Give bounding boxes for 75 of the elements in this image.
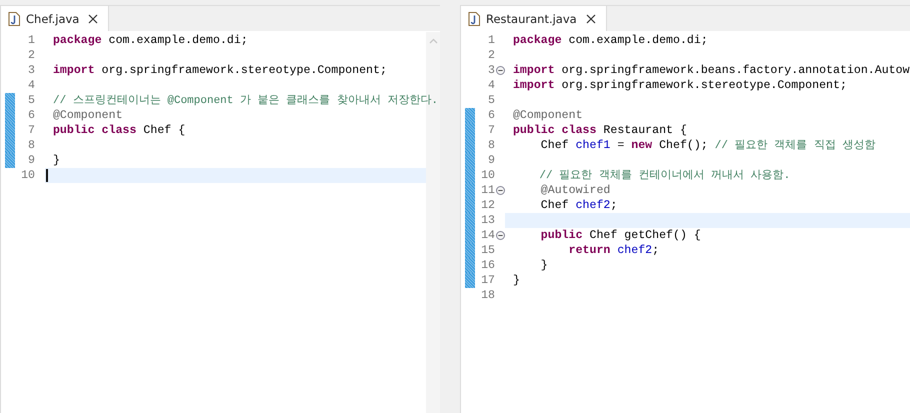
code-text: ; [652,244,660,257]
java-file-icon [468,12,480,26]
line-number: 10 [480,168,495,183]
editor-tab[interactable]: Chef.java [1,6,110,31]
line-number: 10 [20,168,35,183]
collapse-icon[interactable] [496,231,504,240]
field-name: chef2 [576,199,610,212]
field-name: chef2 [616,244,652,257]
code-text: com.example.demo.di; [108,34,248,47]
code-text: = [616,139,626,152]
line-number: 18 [480,288,495,303]
keyword: public [540,229,583,242]
line-number: 1 [27,33,35,48]
code-text: Chef [540,199,570,212]
code-text: } [540,259,548,272]
tab-label: Chef.java [26,12,80,26]
line-number: 2 [27,48,35,63]
annotation: @Component [52,109,123,122]
java-file-icon [8,12,20,26]
code-text: Chef getChef() { [588,229,701,242]
code-text: org.springframework.stereotype.Component; [100,64,387,77]
code-text: Chef [540,139,570,152]
line-number: 16 [480,258,495,273]
line-number: 5 [27,93,35,108]
line-number: 3 [27,63,35,78]
code-text: } [52,154,60,167]
keyword: import [52,64,95,77]
keyword: new [631,139,652,152]
keyword: public class [52,124,136,137]
field-name: chef1 [576,139,610,152]
line-number: 8 [487,138,495,153]
code-text: org.springframework.stereotype.Component; [560,79,847,92]
keyword: import [512,79,555,92]
line-number: 17 [480,273,495,288]
code-comment: // 스프링컨테이너는 @Component 가 붙은 클래스를 찾아내서 저장한다. [52,95,438,107]
code-comment: // 필요한 객체를 컨테이너에서 꺼내서 사용함. [538,170,790,182]
line-number: 8 [27,138,35,153]
keyword: package [512,34,562,47]
line-number: 11 [480,183,495,198]
line-number: 9 [27,153,35,168]
line-number: 1 [487,33,495,48]
code-text: org.springframework.beans.factory.annotation.Autow [560,64,910,77]
editor-tab[interactable]: Restaurant.java [461,6,607,31]
code-text: } [512,274,520,287]
line-number: 14 [480,228,495,243]
line-number: 6 [487,108,495,123]
tab-label: Restaurant.java [486,12,577,26]
code-text: com.example.demo.di; [568,34,708,47]
keyword: return [568,244,610,257]
code-text: Chef { [142,124,186,137]
line-number: 9 [487,153,495,168]
code-text: Restaurant { [602,124,687,137]
line-number: 7 [27,123,35,138]
keyword: public class [512,124,596,137]
line-number: 12 [480,198,495,213]
keyword: import [512,64,555,77]
close-icon[interactable] [88,14,98,24]
line-number: 6 [27,108,35,123]
line-number: 2 [487,48,495,63]
collapse-icon[interactable] [496,66,504,75]
line-number: 4 [27,78,35,93]
line-number: 7 [487,123,495,138]
collapse-icon[interactable] [496,186,504,195]
code-text: ; [610,199,618,212]
keyword: package [52,34,102,47]
line-number: 5 [487,93,495,108]
line-number: 4 [487,78,495,93]
line-number: 3 [487,63,495,78]
code-text: Chef(); [658,139,709,152]
line-number: 13 [480,213,495,228]
close-icon[interactable] [586,14,596,24]
annotation: @Autowired [540,184,610,197]
line-number: 15 [480,243,495,258]
code-comment: // 필요한 객체를 직접 생성함 [714,140,876,152]
annotation: @Component [512,109,583,122]
